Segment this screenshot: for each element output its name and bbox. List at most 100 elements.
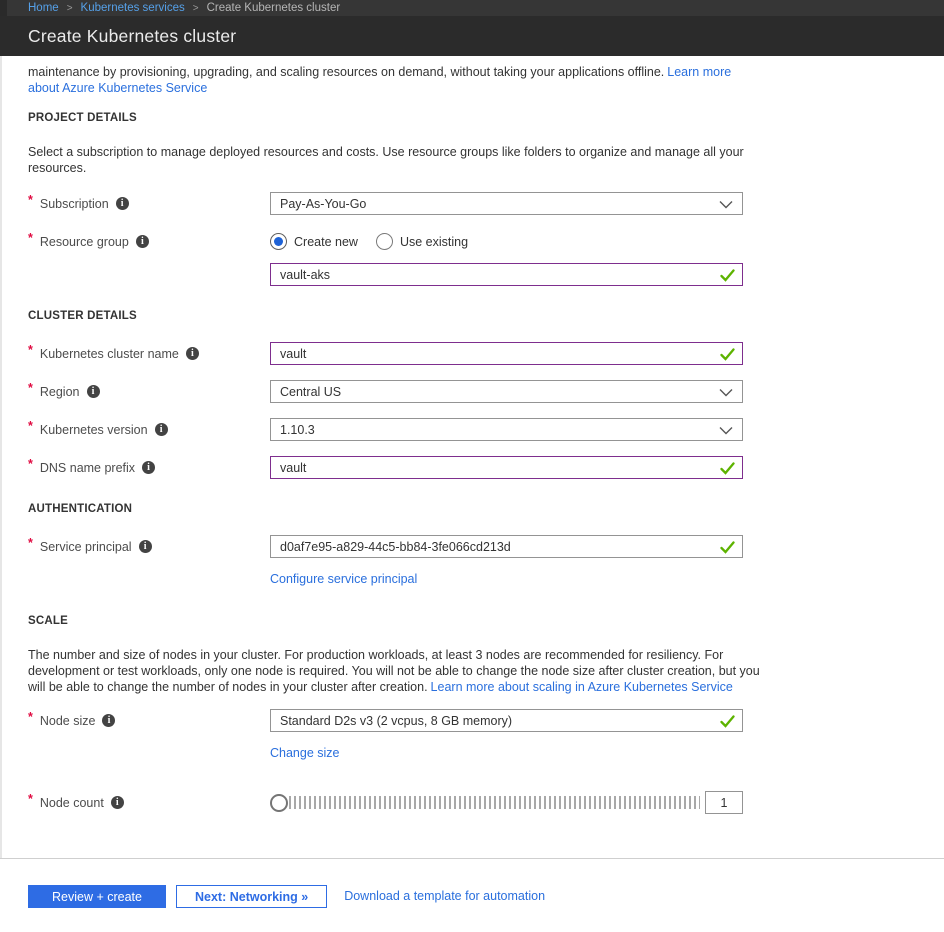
dns-name-prefix-row: * DNS name prefix i vault [28, 456, 918, 479]
dns-name-prefix-label-group: * DNS name prefix i [28, 456, 270, 479]
review-create-button[interactable]: Review + create [28, 885, 166, 908]
node-size-input[interactable]: Standard D2s v3 (2 vcpus, 8 GB memory) [270, 709, 743, 732]
service-principal-input[interactable]: d0af7e95-a829-44c5-bb84-3fe066cd213d [270, 535, 743, 558]
info-icon[interactable]: i [142, 461, 155, 474]
service-principal-control: d0af7e95-a829-44c5-bb84-3fe066cd213d [270, 535, 743, 558]
intro-text: maintenance by provisioning, upgrading, … [28, 64, 762, 96]
service-principal-value: d0af7e95-a829-44c5-bb84-3fe066cd213d [280, 540, 511, 554]
project-details-description: Select a subscription to manage deployed… [28, 144, 762, 176]
download-template-link[interactable]: Download a template for automation [344, 885, 545, 908]
resource-group-label: Resource group [40, 235, 129, 249]
radio-create-new[interactable]: Create new [270, 233, 358, 250]
kubernetes-version-label: Kubernetes version [40, 423, 148, 437]
kubernetes-version-dropdown[interactable]: 1.10.3 [270, 418, 743, 441]
kubernetes-version-label-group: * Kubernetes version i [28, 418, 270, 441]
info-icon[interactable]: i [102, 714, 115, 727]
intro-text-body: maintenance by provisioning, upgrading, … [28, 65, 664, 79]
footer-action-bar: Review + create Next: Networking » Downl… [0, 858, 944, 932]
cluster-name-value: vault [280, 347, 306, 361]
slider-track[interactable] [289, 796, 700, 809]
info-icon[interactable]: i [139, 540, 152, 553]
subscription-label: Subscription [40, 197, 109, 211]
subscription-control: Pay-As-You-Go [270, 192, 743, 215]
region-value: Central US [280, 385, 341, 399]
required-asterisk: * [28, 792, 33, 806]
required-asterisk: * [28, 231, 33, 245]
blade-header: Create Kubernetes cluster [0, 16, 944, 56]
info-icon[interactable]: i [186, 347, 199, 360]
configure-service-principal-row: Configure service principal [28, 571, 918, 587]
breadcrumb-current: Create Kubernetes cluster [207, 2, 341, 14]
next-networking-button[interactable]: Next: Networking » [176, 885, 327, 908]
chevron-down-icon [719, 200, 733, 209]
required-asterisk: * [28, 710, 33, 724]
learn-more-scaling-link[interactable]: Learn more about scaling in Azure Kubern… [431, 680, 733, 694]
resource-group-name-input[interactable]: vault-aks [270, 263, 743, 286]
dns-name-prefix-label: DNS name prefix [40, 461, 135, 475]
subscription-row: * Subscription i Pay-As-You-Go [28, 192, 918, 215]
resource-group-label-group: * Resource group i [28, 230, 270, 253]
service-principal-label-group: * Service principal i [28, 535, 270, 558]
region-control: Central US [270, 380, 743, 403]
spacer [28, 745, 270, 761]
change-size-link[interactable]: Change size [270, 745, 340, 761]
breadcrumb-link-kubernetes-services[interactable]: Kubernetes services [81, 2, 185, 14]
radio-use-existing[interactable]: Use existing [376, 233, 468, 250]
subscription-value: Pay-As-You-Go [280, 197, 366, 211]
change-size-row: Change size [28, 745, 918, 761]
info-icon[interactable]: i [87, 385, 100, 398]
required-asterisk: * [28, 419, 33, 433]
node-size-row: * Node size i Standard D2s v3 (2 vcpus, … [28, 709, 918, 732]
valid-check-icon [720, 715, 735, 728]
node-size-value: Standard D2s v3 (2 vcpus, 8 GB memory) [280, 714, 512, 728]
valid-check-icon [720, 541, 735, 554]
info-icon[interactable]: i [155, 423, 168, 436]
valid-check-icon [720, 462, 735, 475]
info-icon[interactable]: i [116, 197, 129, 210]
node-size-label-group: * Node size i [28, 709, 270, 732]
valid-check-icon [720, 348, 735, 361]
section-heading-project-details: PROJECT DETAILS [28, 112, 918, 124]
radio-create-new-label: Create new [294, 235, 358, 249]
info-icon[interactable]: i [136, 235, 149, 248]
region-label: Region [40, 385, 80, 399]
node-count-label-group: * Node count i [28, 791, 270, 814]
required-asterisk: * [28, 457, 33, 471]
breadcrumb-link-home[interactable]: Home [28, 2, 59, 14]
dns-name-prefix-value: vault [280, 461, 306, 475]
scale-description: The number and size of nodes in your clu… [28, 647, 762, 695]
create-kubernetes-cluster-blade: Home > Kubernetes services > Create Kube… [0, 0, 944, 932]
subscription-label-group: * Subscription i [28, 192, 270, 215]
configure-service-principal-link[interactable]: Configure service principal [270, 571, 417, 587]
kubernetes-version-control: 1.10.3 [270, 418, 743, 441]
node-count-slider[interactable]: 1 [270, 791, 743, 814]
required-asterisk: * [28, 343, 33, 357]
required-asterisk: * [28, 536, 33, 550]
region-row: * Region i Central US [28, 380, 918, 403]
breadcrumb-separator-icon: > [67, 3, 73, 14]
resource-group-radio-group: Create new Use existing [270, 230, 743, 253]
service-principal-row: * Service principal i d0af7e95-a829-44c5… [28, 535, 918, 558]
region-label-group: * Region i [28, 380, 270, 403]
required-asterisk: * [28, 381, 33, 395]
valid-check-icon [720, 269, 735, 282]
node-count-input[interactable]: 1 [705, 791, 743, 814]
region-dropdown[interactable]: Central US [270, 380, 743, 403]
section-heading-scale: SCALE [28, 615, 918, 627]
node-size-control: Standard D2s v3 (2 vcpus, 8 GB memory) [270, 709, 743, 732]
subscription-dropdown[interactable]: Pay-As-You-Go [270, 192, 743, 215]
resource-group-row: * Resource group i Create new Use existi… [28, 230, 918, 286]
slider-thumb[interactable] [270, 794, 288, 812]
node-count-row: * Node count i 1 [28, 791, 918, 814]
required-asterisk: * [28, 193, 33, 207]
dns-name-prefix-input[interactable]: vault [270, 456, 743, 479]
cluster-name-input[interactable]: vault [270, 342, 743, 365]
cluster-name-label-group: * Kubernetes cluster name i [28, 342, 270, 365]
service-principal-label: Service principal [40, 540, 132, 554]
kubernetes-version-row: * Kubernetes version i 1.10.3 [28, 418, 918, 441]
chevron-down-icon [719, 388, 733, 397]
cluster-name-control: vault [270, 342, 743, 365]
breadcrumb: Home > Kubernetes services > Create Kube… [0, 0, 944, 16]
radio-selected-icon [270, 233, 287, 250]
info-icon[interactable]: i [111, 796, 124, 809]
